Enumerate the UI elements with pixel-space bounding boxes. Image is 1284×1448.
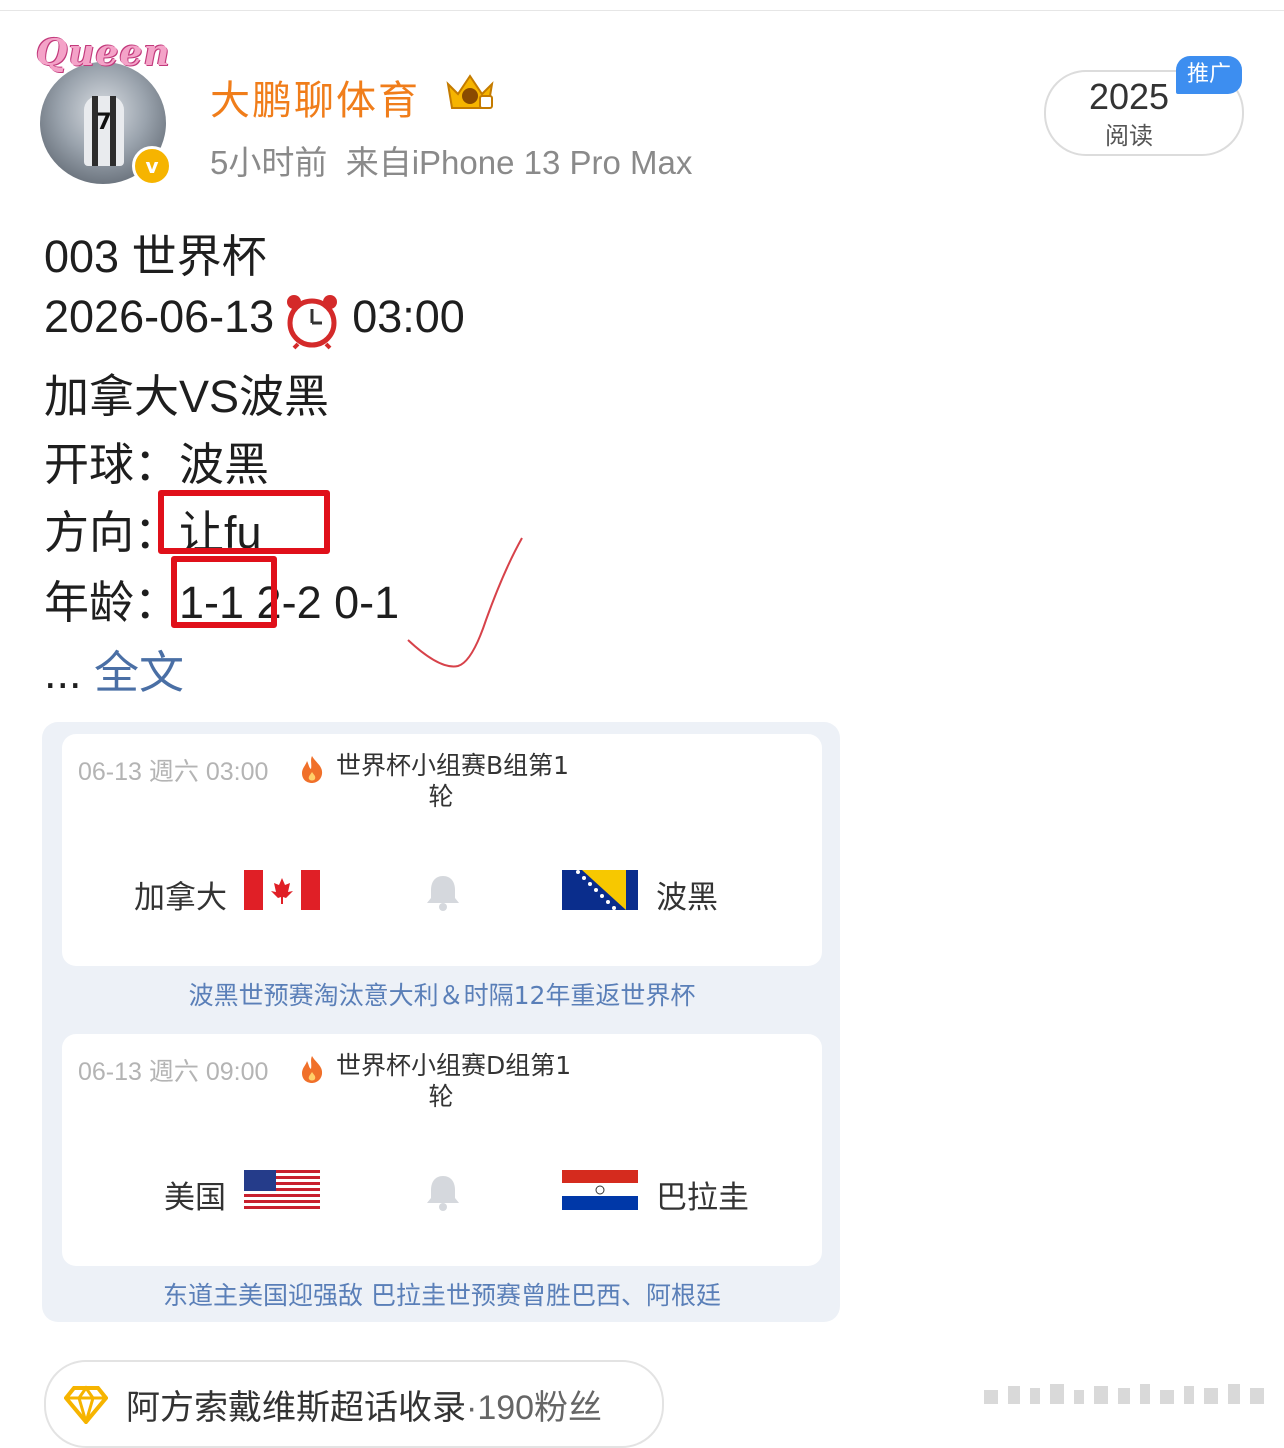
post-meta: 5小时前 来自iPhone 13 Pro Max — [210, 136, 692, 184]
super-topic-pill[interactable]: 阿方索戴维斯超话收录·190粉丝 — [44, 1360, 664, 1448]
bell-icon[interactable] — [424, 872, 462, 912]
match-note[interactable]: 波黑世预赛淘汰意大利＆时隔12年重返世界杯 — [62, 976, 822, 1012]
away-team: 波黑 — [656, 880, 718, 916]
away-team: 巴拉圭 — [656, 1180, 749, 1216]
expand-text[interactable]: ... 全文 — [44, 636, 184, 701]
home-team: 美国 — [164, 1180, 226, 1216]
league-name: 世界杯小组赛B组第1 轮 — [336, 750, 586, 812]
promo-badge[interactable]: 推广 — [1176, 56, 1242, 94]
reads-label: 阅读 — [1105, 122, 1153, 150]
match-time: 06-13 週六 09:00 — [78, 1058, 269, 1086]
top-divider — [0, 10, 1284, 11]
bosnia-flag-icon — [562, 870, 638, 910]
kickoff-label: 开球： — [44, 439, 180, 490]
avatar-frame-text: Queen — [36, 32, 171, 74]
embedded-match-card[interactable]: 06-13 週六 03:00 世界杯小组赛B组第1 轮 加拿大 波黑 波黑世预赛… — [42, 722, 840, 1322]
match-note[interactable]: 东道主美国迎强敌 巴拉圭世预赛曾胜巴西、阿根廷 — [62, 1276, 822, 1312]
post-date: 2026-06-13 — [44, 290, 275, 342]
hand-drawn-checkmark — [407, 537, 523, 668]
post-line-matchup: 加拿大VS波黑 — [44, 371, 330, 422]
diamond-icon — [64, 1385, 108, 1424]
topic-fans: 190粉丝 — [477, 1389, 603, 1427]
topic-name: 阿方索戴维斯超话收录 — [126, 1389, 466, 1427]
league-name: 世界杯小组赛D组第1 轮 — [336, 1050, 586, 1112]
username[interactable]: 大鹏聊体育 — [210, 68, 420, 126]
ellipsis: ... — [44, 647, 82, 698]
fire-icon — [302, 1056, 323, 1083]
post-time-value: 03:00 — [352, 290, 465, 342]
full-text-link[interactable]: 全文 — [94, 647, 184, 698]
league-line-2: 轮 — [428, 1082, 454, 1111]
paraguay-flag-icon — [562, 1170, 638, 1210]
usa-flag-icon — [244, 1170, 320, 1210]
post-line-datetime: 2026-06-13 03:00 — [44, 290, 465, 350]
highlight-box-age — [171, 556, 277, 628]
age-label: 年龄： — [44, 577, 180, 628]
match-time: 06-13 週六 03:00 — [78, 758, 269, 786]
post-source: 来自iPhone 13 Pro Max — [345, 144, 693, 181]
bell-icon[interactable] — [424, 1172, 462, 1212]
fire-icon — [302, 756, 323, 783]
topic-separator: · — [466, 1389, 478, 1427]
canada-flag-icon — [244, 870, 320, 910]
verified-badge-icon: v — [132, 146, 172, 186]
avatar-player-figure: 7 — [84, 96, 124, 166]
league-line-1: 世界杯小组赛B组第1 — [336, 751, 570, 780]
home-team: 加拿大 — [134, 880, 227, 916]
alarm-clock-icon — [287, 295, 338, 350]
post-time: 5小时前 — [210, 144, 328, 181]
highlight-box-direction — [158, 490, 330, 554]
league-line-1: 世界杯小组赛D组第1 — [336, 1051, 572, 1080]
kickoff-value: 波黑 — [179, 439, 270, 490]
pixel-noise-decoration — [984, 1384, 1264, 1404]
league-line-2: 轮 — [428, 782, 454, 811]
crown-vip-icon — [446, 74, 494, 109]
match-item[interactable]: 06-13 週六 03:00 世界杯小组赛B组第1 轮 加拿大 波黑 — [62, 734, 822, 966]
match-item[interactable]: 06-13 週六 09:00 世界杯小组赛D组第1 轮 美国 巴拉圭 — [62, 1034, 822, 1266]
post-line-title: 003 世界杯 — [44, 231, 267, 282]
post-line-kickoff: 开球：波黑 — [44, 428, 269, 493]
